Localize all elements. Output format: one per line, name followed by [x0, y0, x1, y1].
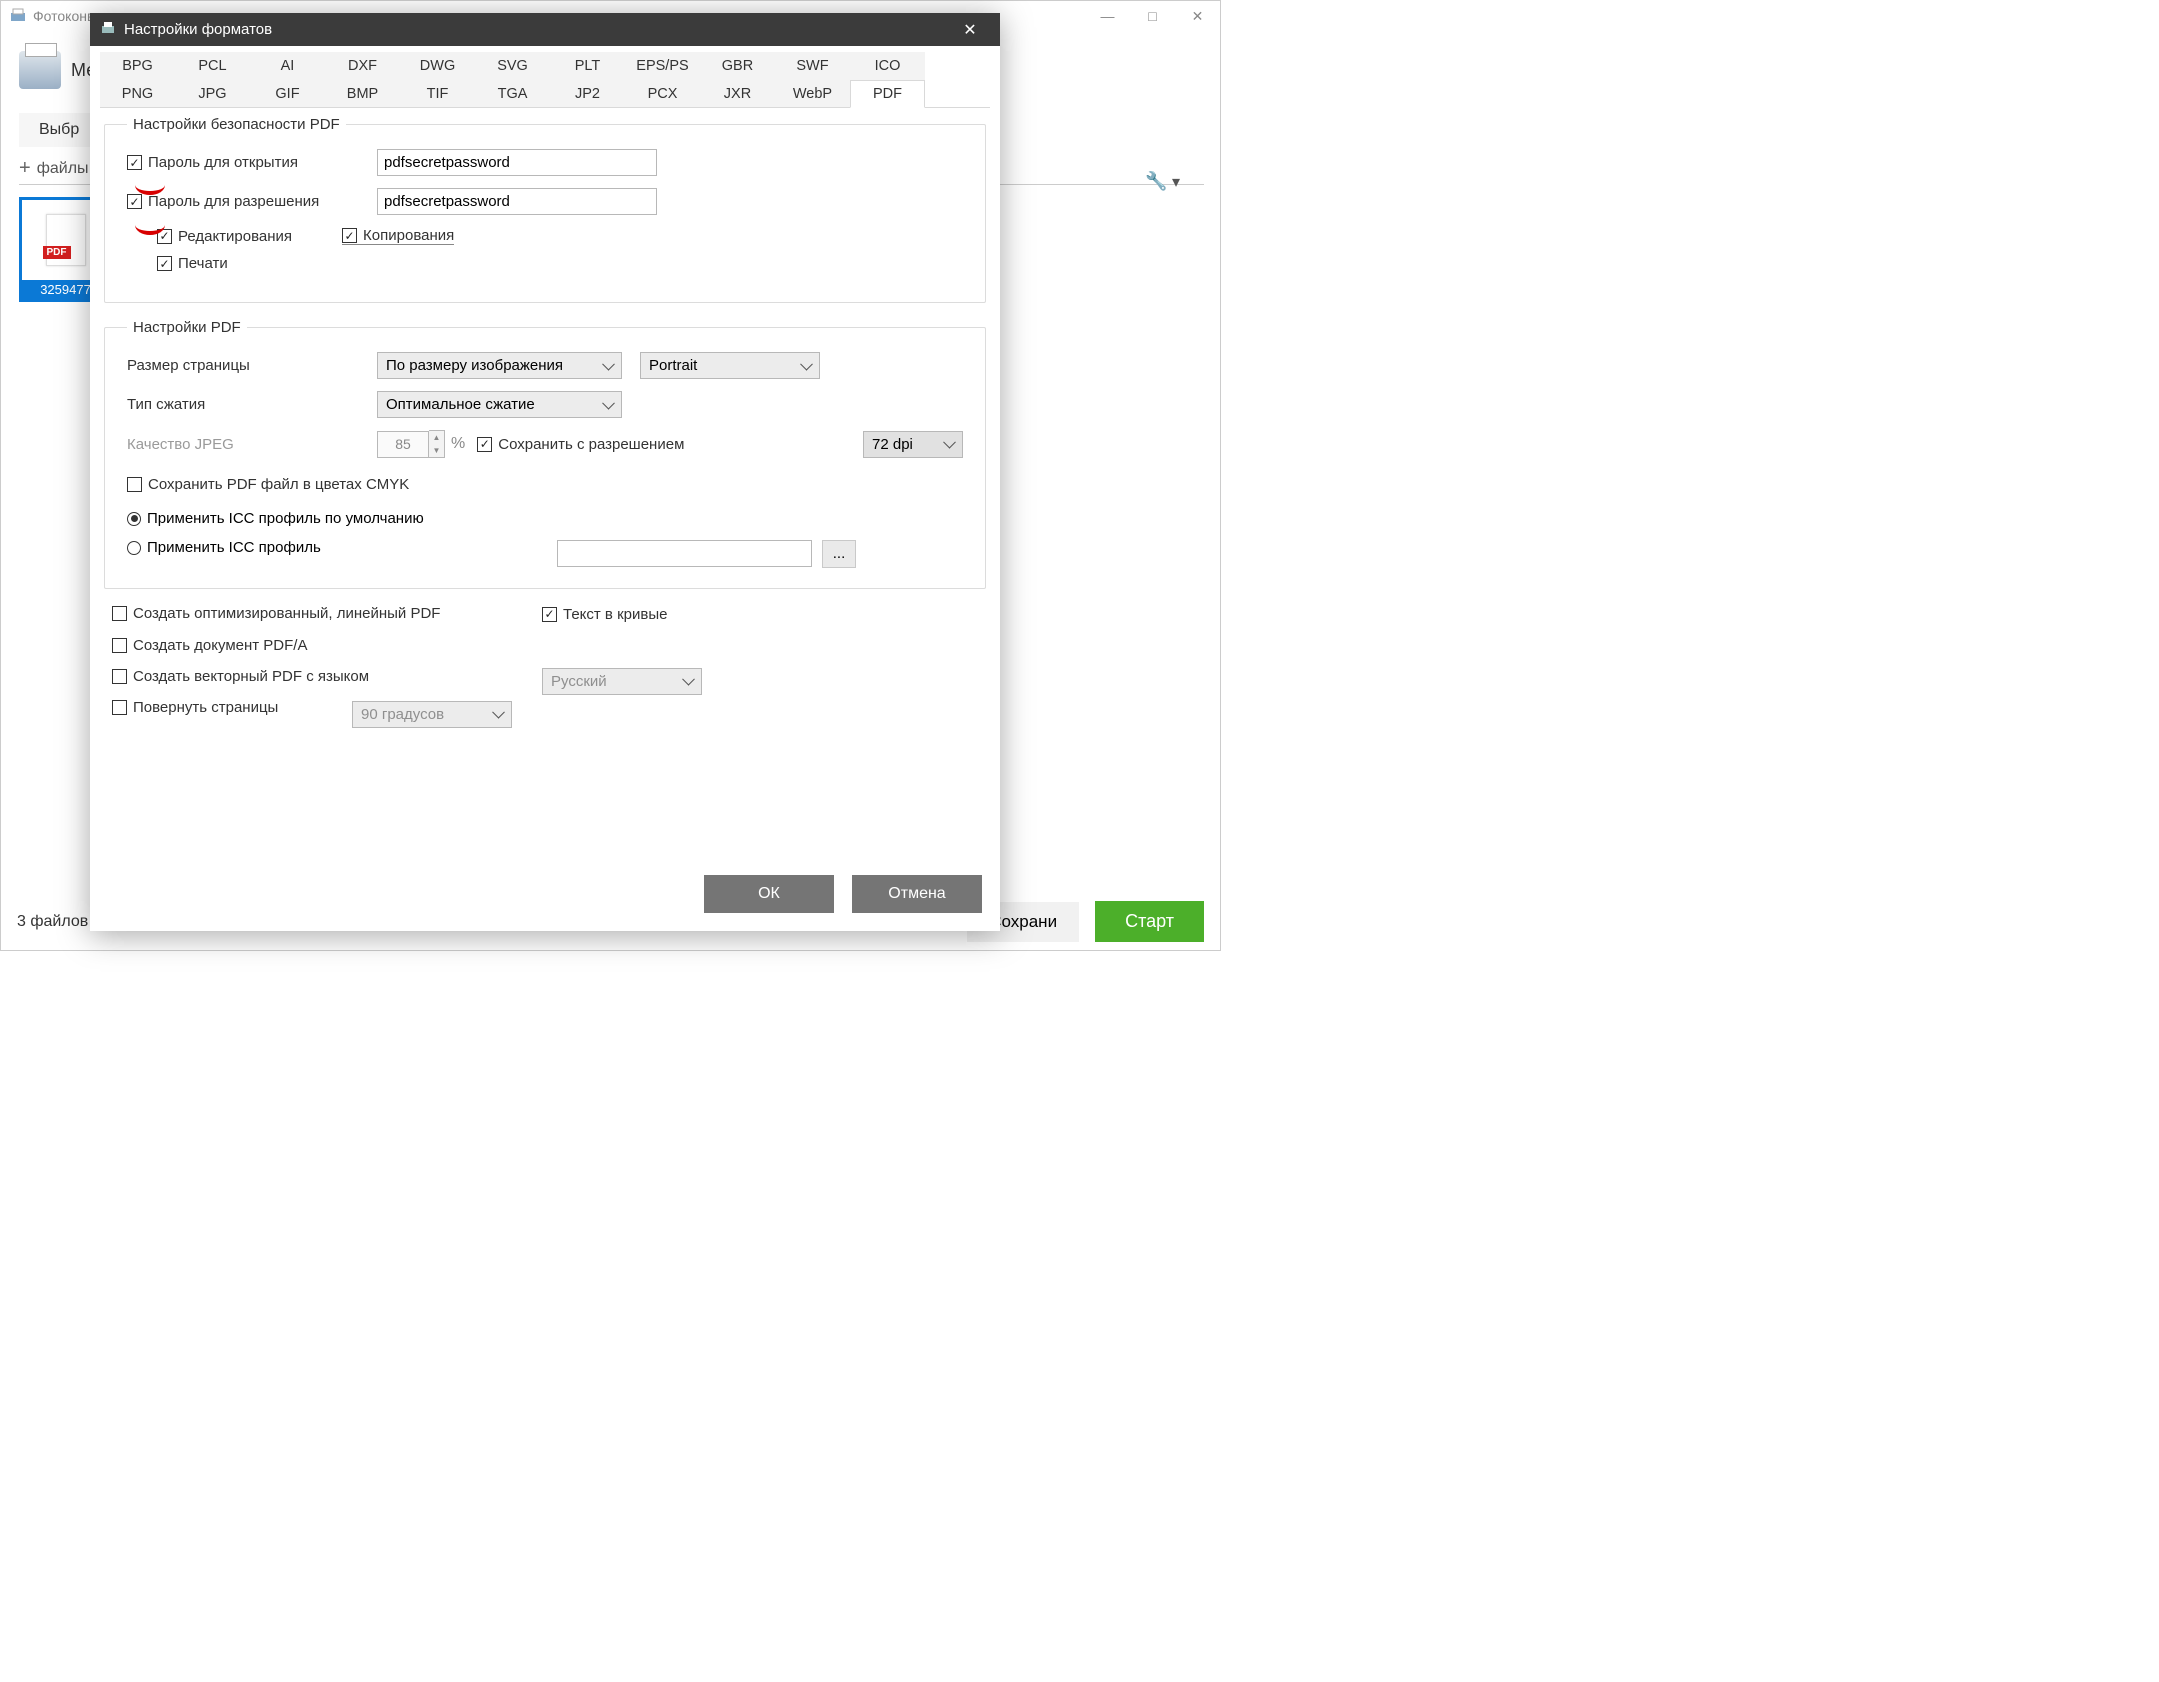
format-tab-ai[interactable]: AI	[250, 52, 325, 80]
format-tab-tga[interactable]: TGA	[475, 80, 550, 108]
extra-options: Создать оптимизированный, линейный PDF Т…	[104, 605, 986, 730]
permission-password-checkbox[interactable]	[127, 194, 142, 209]
icc-default-radio[interactable]: Применить ICC профиль по умолчанию	[127, 510, 424, 527]
icc-path-input[interactable]	[557, 540, 812, 567]
jpeg-quality-input[interactable]	[377, 431, 429, 458]
text-curves-checkbox[interactable]: Текст в кривые	[542, 606, 667, 623]
vector-pdf-checkbox[interactable]: Создать векторный PDF с языком	[112, 668, 369, 685]
jpeg-quality-label: Качество JPEG	[127, 436, 377, 453]
printer-icon	[19, 51, 61, 89]
security-group: Настройки безопасности PDF Пароль для от…	[104, 116, 986, 303]
dialog-close-button[interactable]: ✕	[950, 20, 990, 40]
format-tab-pcl[interactable]: PCL	[175, 52, 250, 80]
settings-menu[interactable]: 🔧 ▾	[1145, 171, 1180, 192]
vector-language-select[interactable]: Русский	[542, 668, 702, 695]
app-icon	[9, 7, 27, 25]
format-tab-eps-ps[interactable]: EPS/PS	[625, 52, 700, 80]
pdf-settings-legend: Настройки PDF	[127, 319, 247, 336]
wrench-icon: 🔧	[1145, 171, 1167, 191]
icc-custom-radio[interactable]: Применить ICC профиль	[127, 539, 557, 556]
save-dpi-checkbox[interactable]: Сохранить с разрешением	[477, 436, 684, 453]
format-tab-swf[interactable]: SWF	[775, 52, 850, 80]
maximize-button[interactable]: □	[1130, 1, 1175, 31]
format-tab-tif[interactable]: TIF	[400, 80, 475, 108]
security-legend: Настройки безопасности PDF	[127, 116, 346, 133]
format-tab-pdf[interactable]: PDF	[850, 80, 925, 108]
format-settings-dialog: Настройки форматов ✕ BPGPCLAIDXFDWGSVGPL…	[90, 13, 1000, 931]
dialog-body: Настройки безопасности PDF Пароль для от…	[90, 108, 1000, 861]
select-button[interactable]: Выбр	[19, 113, 99, 147]
jpeg-quality-spinner[interactable]: ▲▼	[377, 430, 445, 458]
format-tab-webp[interactable]: WebP	[775, 80, 850, 108]
format-tab-gif[interactable]: GIF	[250, 80, 325, 108]
format-tab-dxf[interactable]: DXF	[325, 52, 400, 80]
orientation-select[interactable]: Portrait	[640, 352, 820, 379]
rotate-degrees-select[interactable]: 90 градусов	[352, 701, 512, 728]
caret-down-icon: ▾	[1172, 174, 1180, 191]
cancel-button[interactable]: Отмена	[852, 875, 982, 913]
linear-pdf-checkbox[interactable]: Создать оптимизированный, линейный PDF	[112, 605, 440, 622]
minimize-button[interactable]: —	[1085, 1, 1130, 31]
format-tab-pcx[interactable]: PCX	[625, 80, 700, 108]
dialog-footer: ОК Отмена	[90, 861, 1000, 931]
permission-password-input[interactable]	[377, 188, 657, 215]
allow-print-checkbox[interactable]: Печати	[157, 255, 228, 272]
close-button[interactable]: ✕	[1175, 1, 1220, 31]
allow-edit-checkbox[interactable]: Редактирования	[157, 227, 292, 245]
format-tab-svg[interactable]: SVG	[475, 52, 550, 80]
format-tab-gbr[interactable]: GBR	[700, 52, 775, 80]
compression-label: Тип сжатия	[127, 396, 377, 413]
format-tab-png[interactable]: PNG	[100, 80, 175, 108]
plus-icon: +	[19, 157, 31, 180]
pdf-settings-group: Настройки PDF Размер страницы По размеру…	[104, 319, 986, 589]
icc-browse-button[interactable]: ...	[822, 540, 856, 568]
format-tab-jxr[interactable]: JXR	[700, 80, 775, 108]
spin-down-icon[interactable]: ▼	[429, 444, 444, 457]
format-tab-ico[interactable]: ICO	[850, 52, 925, 80]
page-size-select[interactable]: По размеру изображения	[377, 352, 622, 379]
open-password-input[interactable]	[377, 149, 657, 176]
format-tabs: BPGPCLAIDXFDWGSVGPLTEPS/PSGBRSWFICOPNGJP…	[90, 46, 1000, 108]
format-tab-plt[interactable]: PLT	[550, 52, 625, 80]
allow-copy-checkbox[interactable]: Копирования	[342, 227, 454, 245]
spin-up-icon[interactable]: ▲	[429, 431, 444, 444]
dialog-icon	[100, 20, 116, 40]
format-tab-bmp[interactable]: BMP	[325, 80, 400, 108]
add-files-button[interactable]: + файлы	[19, 157, 89, 180]
permission-password-label[interactable]: Пароль для разрешения	[127, 193, 377, 210]
dialog-titlebar: Настройки форматов ✕	[90, 13, 1000, 46]
dialog-title: Настройки форматов	[124, 21, 272, 38]
pdf-badge: PDF	[43, 246, 71, 259]
page-size-label: Размер страницы	[127, 357, 377, 374]
format-tab-jpg[interactable]: JPG	[175, 80, 250, 108]
format-tab-dwg[interactable]: DWG	[400, 52, 475, 80]
window-buttons: — □ ✕	[1085, 1, 1220, 31]
rotate-pages-checkbox[interactable]: Повернуть страницы	[112, 699, 278, 716]
open-password-checkbox[interactable]	[127, 155, 142, 170]
format-tab-bpg[interactable]: BPG	[100, 52, 175, 80]
cmyk-checkbox[interactable]: Сохранить PDF файл в цветах CMYK	[127, 476, 409, 493]
compression-select[interactable]: Оптимальное сжатие	[377, 391, 622, 418]
dpi-select[interactable]: 72 dpi	[863, 431, 963, 458]
percent-label: %	[451, 435, 465, 453]
pdfa-checkbox[interactable]: Создать документ PDF/A	[112, 637, 307, 654]
start-button[interactable]: Старт	[1095, 901, 1204, 942]
open-password-label[interactable]: Пароль для открытия	[127, 154, 377, 171]
ok-button[interactable]: ОК	[704, 875, 834, 913]
format-tab-jp2[interactable]: JP2	[550, 80, 625, 108]
file-count: 3 файлов	[17, 913, 88, 931]
add-files-label: файлы	[37, 160, 89, 178]
